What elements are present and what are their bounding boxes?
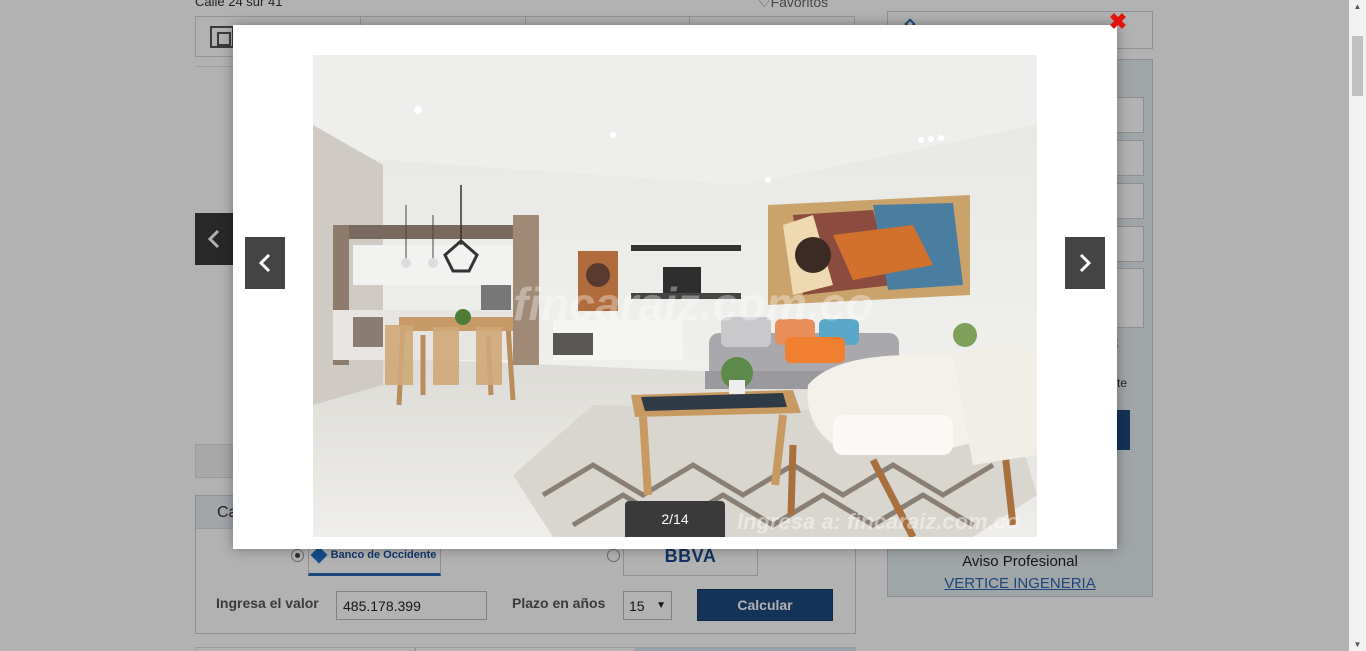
scroll-up-icon[interactable]: ▲ [1349, 2, 1366, 11]
photo-watermark-bottom: Ingresa a: fincaraiz.com.co [737, 509, 1019, 534]
lightbox-next-button[interactable] [1065, 237, 1105, 289]
scroll-thumb[interactable] [1352, 36, 1363, 96]
page-scrollbar[interactable]: ▲ ▼ [1349, 0, 1366, 651]
chevron-left-icon [258, 253, 271, 273]
photo-watermark: fincaraiz.com.co [513, 278, 873, 330]
photo-counter: 2/14 [625, 501, 725, 537]
lightbox-prev-button[interactable] [245, 237, 285, 289]
property-photo: fincaraiz.com.co Ingresa a: fincaraiz.co… [313, 55, 1037, 537]
chevron-right-icon [1079, 253, 1092, 273]
scroll-down-icon[interactable]: ▼ [1349, 640, 1366, 649]
close-x-icon[interactable]: ✖ [1108, 11, 1128, 33]
